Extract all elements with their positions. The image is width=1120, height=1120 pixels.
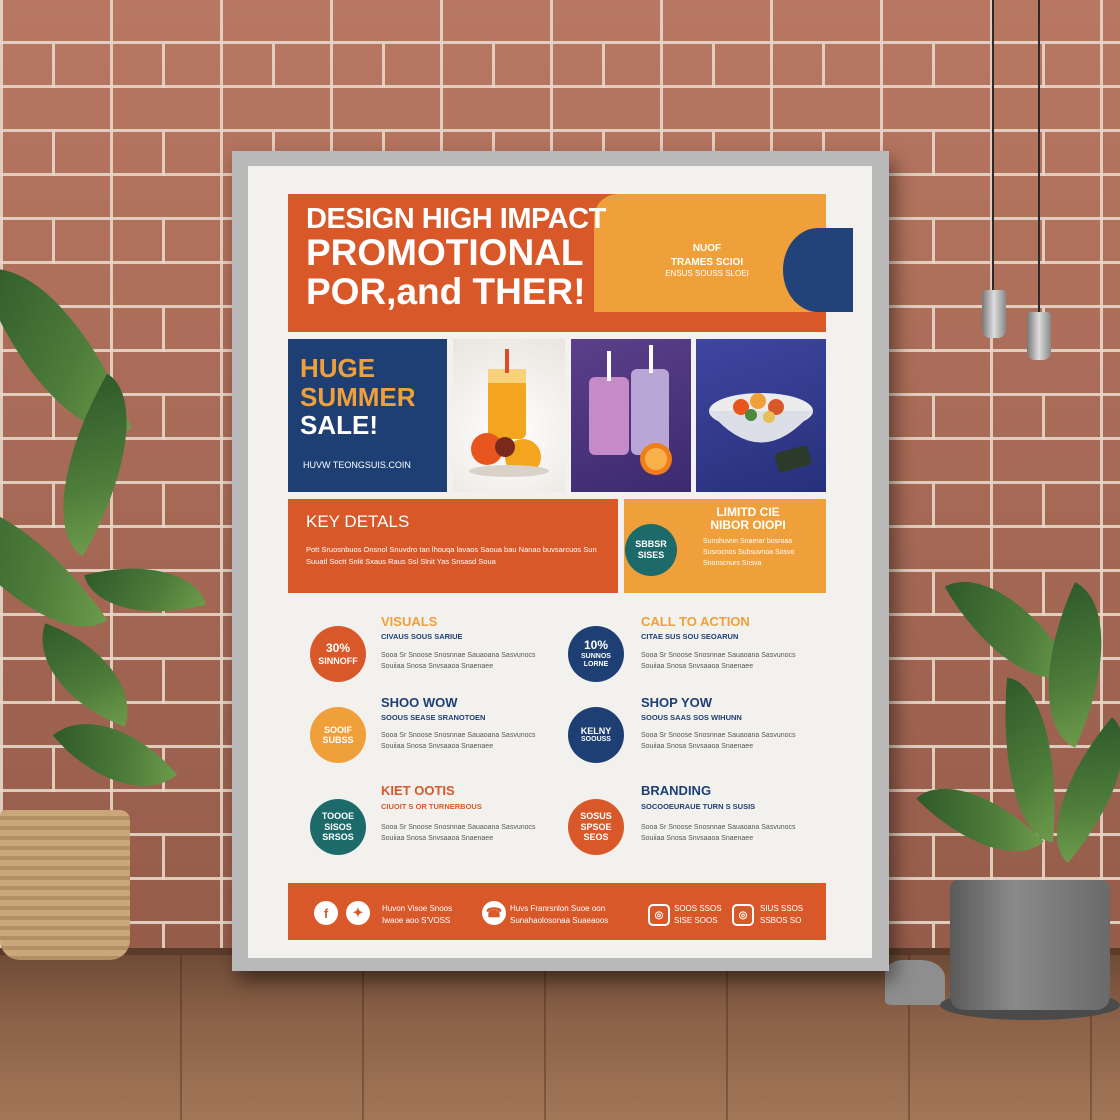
feature-title: SHOP YOW bbox=[641, 695, 713, 710]
feature-subtitle: CIUOIT S OR TURNERBOUS bbox=[381, 802, 482, 811]
feature-subtitle: SOOUS SEASE SRANOTOEN bbox=[381, 713, 486, 722]
drinks-photo bbox=[571, 339, 691, 492]
feature-badge: KELNY SOOUSS bbox=[568, 707, 624, 763]
feature-subtitle: SOCOOEURAUE TURN S SUSIS bbox=[641, 802, 756, 811]
pendant-lamp bbox=[1027, 312, 1051, 360]
footer-contact-text: SOOS SSOS SISE SOOS bbox=[674, 904, 722, 925]
feature-text: Sooa Sr Snoose Snosnnae Sauaoana Sasvuno… bbox=[381, 652, 536, 671]
instagram-icon: ◎ bbox=[648, 904, 670, 926]
lamp-cord bbox=[1038, 0, 1040, 315]
feature-title: VISUALS bbox=[381, 614, 438, 629]
phone-icon: ☎ bbox=[482, 901, 506, 925]
limited-offer-title: LIMITD CIE NIBOR OIOPI bbox=[710, 505, 786, 533]
feature-subtitle: SOOUS SAAS SOS WIHUNN bbox=[641, 713, 742, 722]
woven-basket-pot bbox=[0, 810, 130, 960]
feature-text: Sooa Sr Snoose Snosnnae Sauaoana Sasvuno… bbox=[641, 652, 796, 671]
feature-badge: SOOIF SUBSS bbox=[310, 707, 366, 763]
feature-text: Sooa Sr Snoose Snosnnae Sauaoana Sasvuno… bbox=[381, 824, 536, 843]
food-bowl-photo bbox=[696, 339, 826, 492]
feature-subtitle: CIVAUS SOUS SARIUE bbox=[381, 632, 463, 641]
feature-text: Sooa Sr Snoose Snosnnae Sauaoana Sasvuno… bbox=[641, 732, 796, 751]
decor-stone bbox=[885, 960, 945, 1005]
footer-social-text: Huvon Visoe Snoos Iwaoe aoo S'VOSS bbox=[382, 904, 453, 925]
concrete-pot bbox=[950, 880, 1110, 1010]
feature-badge: 10% SUNNOS LORNE bbox=[568, 626, 624, 682]
poster: DESIGN HIGH IMPACT PROMOTIONAL POR,and T… bbox=[248, 166, 872, 958]
feature-text: Sooa Sr Snoose Snosnnae Sauaoana Sasvuno… bbox=[381, 732, 536, 751]
sale-heading: HUGE SUMMER SALE! bbox=[300, 353, 416, 441]
poster-headline: DESIGN HIGH IMPACT PROMOTIONAL POR,and T… bbox=[306, 203, 606, 313]
key-details-text: Pott Sruosnbuos Onsnol Snuvdro tan lhouq… bbox=[306, 545, 597, 566]
twitter-icon: ✦ bbox=[346, 901, 370, 925]
footer-contact-text: SIUS SSOS SSBOS SO bbox=[760, 904, 804, 925]
lamp-cord bbox=[992, 0, 994, 290]
feature-text: Sooa Sr Snoose Snosnnae Sauaoana Sasvuno… bbox=[641, 824, 796, 843]
sale-website: HUVW TEONGSUIS.COIN bbox=[303, 460, 411, 470]
feature-subtitle: CITAE SUS SOU SEOARUN bbox=[641, 632, 739, 641]
limited-offer-badge: SBBSR SISES bbox=[625, 524, 677, 576]
key-details-title: KEY DETALS bbox=[306, 512, 410, 531]
limited-offer-text: Sunshuvnn Snaerar bosroaa Susrocnos Subs… bbox=[703, 538, 795, 568]
feature-badge: 30% SINNOFF bbox=[310, 626, 366, 682]
pendant-lamp bbox=[982, 290, 1006, 338]
header-small-text: NUOF TRAMES SCIOI ENSUS SOUSS SLOEI bbox=[665, 243, 749, 278]
feature-title: BRANDING bbox=[641, 783, 712, 798]
feature-title: KIET OOTIS bbox=[381, 783, 455, 798]
feature-title: CALL TO ACTION bbox=[641, 614, 750, 629]
feature-badge: TOOOE SISOS SRSOS bbox=[310, 799, 366, 855]
feature-title: SHOO WOW bbox=[381, 695, 458, 710]
smoothie-photo bbox=[453, 339, 565, 492]
header-navy-circle bbox=[783, 228, 853, 312]
instagram-icon: ◎ bbox=[732, 904, 754, 926]
facebook-icon: f bbox=[314, 901, 338, 925]
feature-badge: SOSUS SPSOE SEOS bbox=[568, 799, 624, 855]
footer-phone-text: Huvs Franrsnlon Suoe oon Sunahaolosonaa S… bbox=[510, 904, 609, 925]
